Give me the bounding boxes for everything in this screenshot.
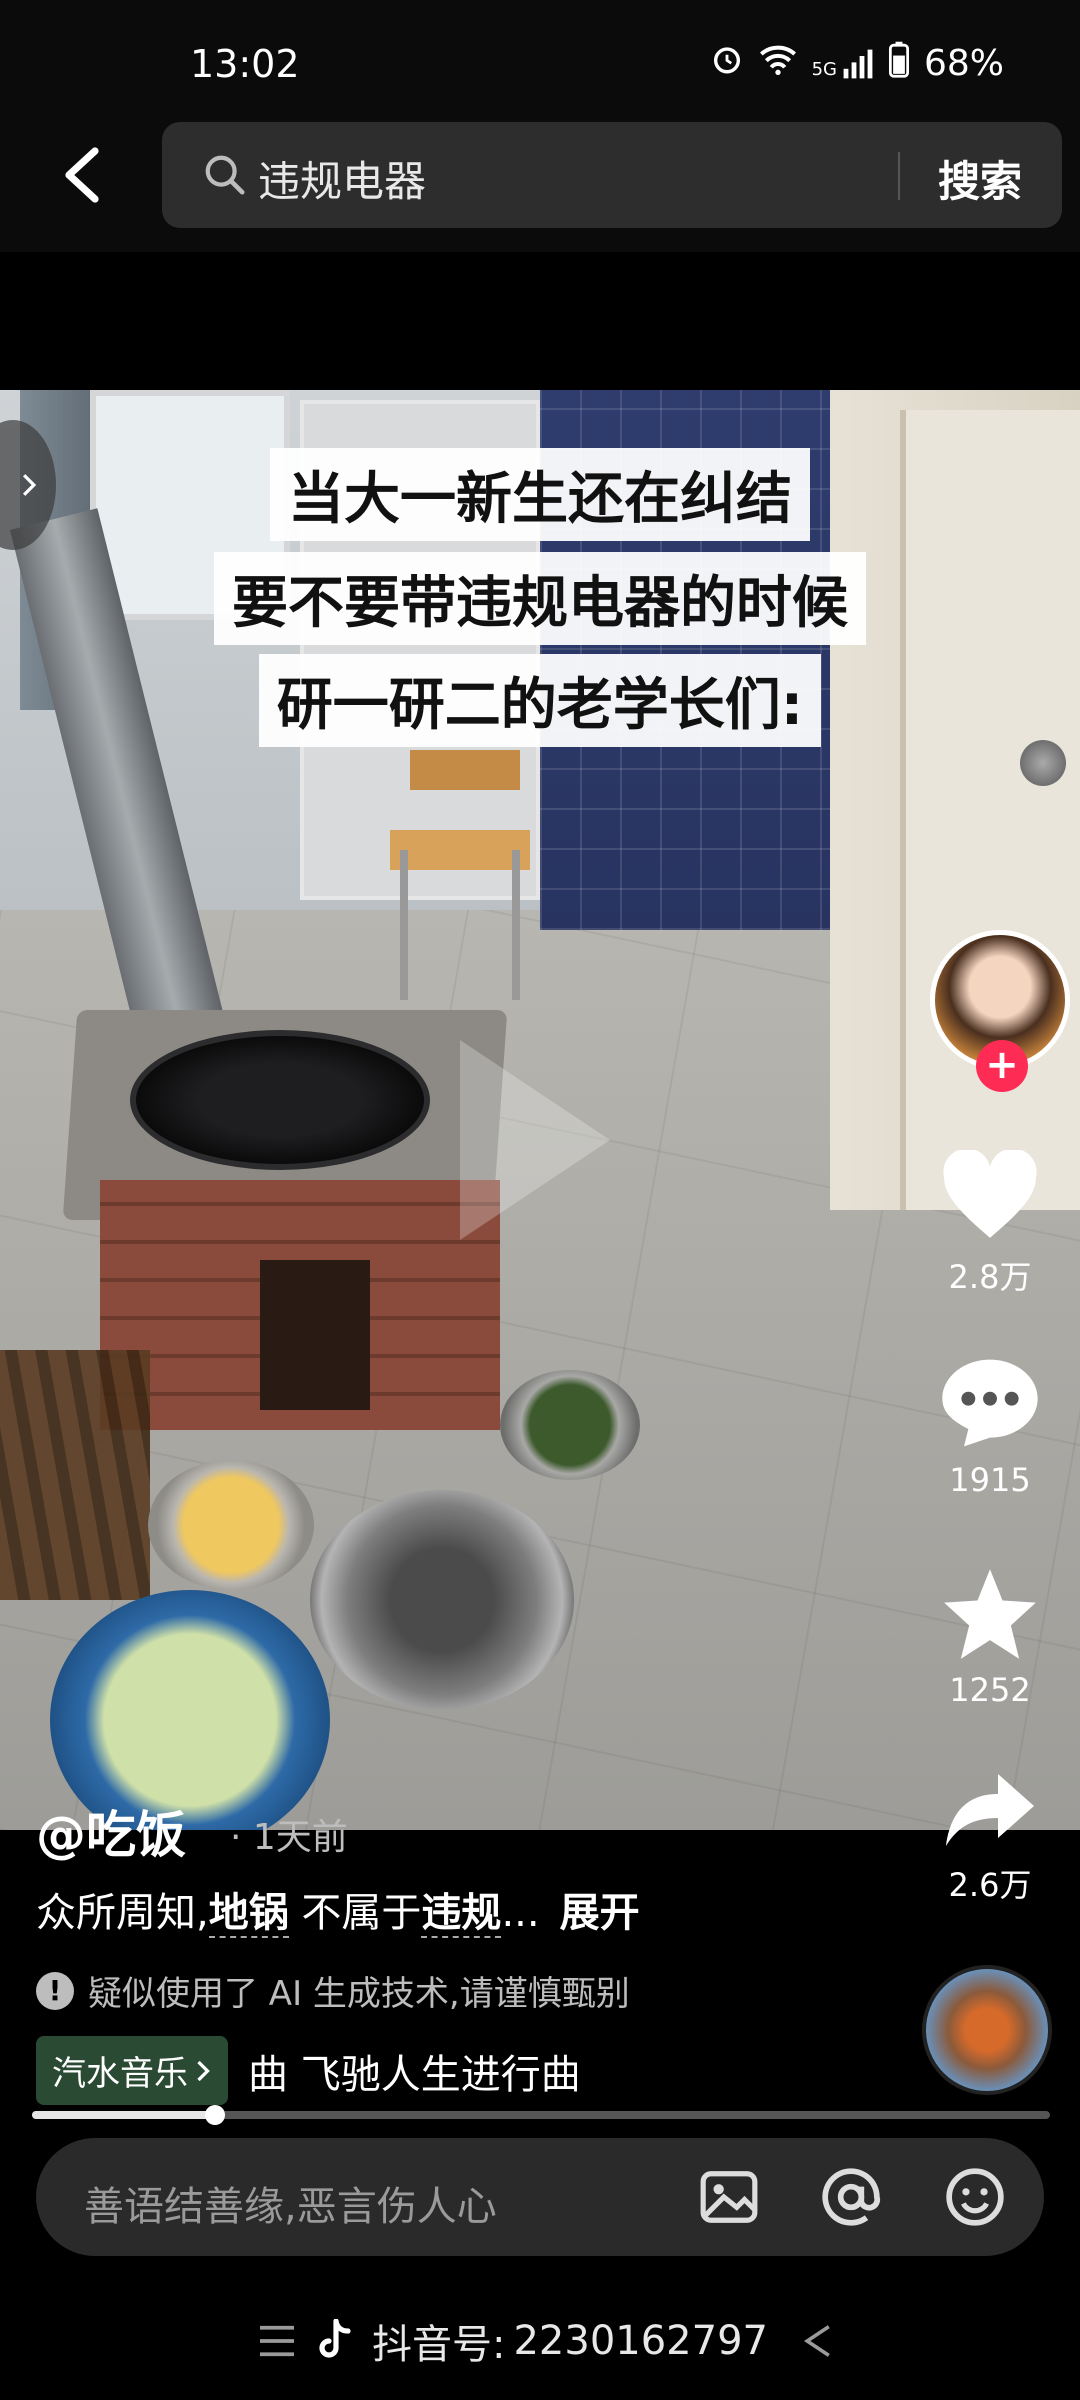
share-arrow-icon [946,1774,1034,1846]
mention-icon[interactable] [820,2166,882,2228]
post-description: 众所周知,地锅 不属于违规... 展开 [36,1890,640,1938]
like-button[interactable]: 2.8万 [900,1148,1080,1298]
video-progress-bar[interactable] [32,2105,1050,2125]
signal-icon: 5G [812,48,874,80]
alarm-icon [710,42,744,85]
status-time: 13:02 [190,42,300,86]
watermark: 抖音号: 2230162797 [258,2312,836,2370]
chevron-right-icon [197,2060,210,2081]
search-icon [205,155,245,195]
wifi-icon [758,42,798,85]
search-query: 违规电器 [258,157,427,206]
ai-notice: ! 疑似使用了 AI 生成技术,请谨慎甄别 [36,1966,630,2015]
share-button[interactable]: 2.6万 [900,1770,1080,1906]
chevron-left-icon [65,147,99,203]
image-icon[interactable] [698,2166,760,2228]
warning-icon: ! [36,1971,74,2010]
back-button[interactable] [46,140,116,210]
action-column: + 2.8万 1915 1252 2.6万 [900,0,1080,2400]
network-label: 5G [811,58,837,80]
like-count: 2.8万 [948,1258,1032,1296]
favorite-count: 1252 [949,1671,1031,1709]
progress-fill [32,2111,216,2119]
comment-count: 1915 [949,1461,1031,1499]
progress-handle[interactable] [205,2105,226,2125]
comment-button[interactable]: 1915 [900,1355,1080,1499]
system-nav-bar: 抖音号: 2230162797 [0,2280,1080,2400]
posted-time: · 1天前 [230,1817,348,1858]
music-source-tag[interactable]: 汽水音乐 [36,2036,228,2105]
chevron-right-icon [22,474,37,496]
heart-icon [943,1148,1037,1238]
tiktok-logo-icon [319,2319,351,2358]
menu-icon[interactable] [258,2324,296,2358]
hashtag-link[interactable]: 违规 [421,1890,502,1938]
expand-button[interactable]: 展开 [560,1890,640,1936]
follow-button[interactable]: + [976,1040,1028,1092]
author-name[interactable]: @吃饭 [36,1795,186,1867]
hashtag-link[interactable]: 地锅 [208,1890,289,1938]
star-icon [944,1569,1036,1659]
back-triangle-icon[interactable] [800,2323,836,2359]
comment-placeholder: 善语结善缘,恶言伤人心 [84,2184,497,2230]
play-icon[interactable] [460,1040,610,1240]
music-row[interactable]: 汽水音乐 曲 飞驰人生进行曲 [36,2036,581,2105]
comment-input[interactable]: 善语结善缘,恶言伤人心 [36,2138,1044,2256]
share-count: 2.6万 [948,1866,1032,1904]
music-disc[interactable] [922,1965,1052,2095]
emoji-icon[interactable] [944,2166,1006,2228]
comment-icon [942,1359,1038,1447]
music-title: 曲 飞驰人生进行曲 [248,2051,581,2098]
favorite-button[interactable]: 1252 [900,1565,1080,1709]
